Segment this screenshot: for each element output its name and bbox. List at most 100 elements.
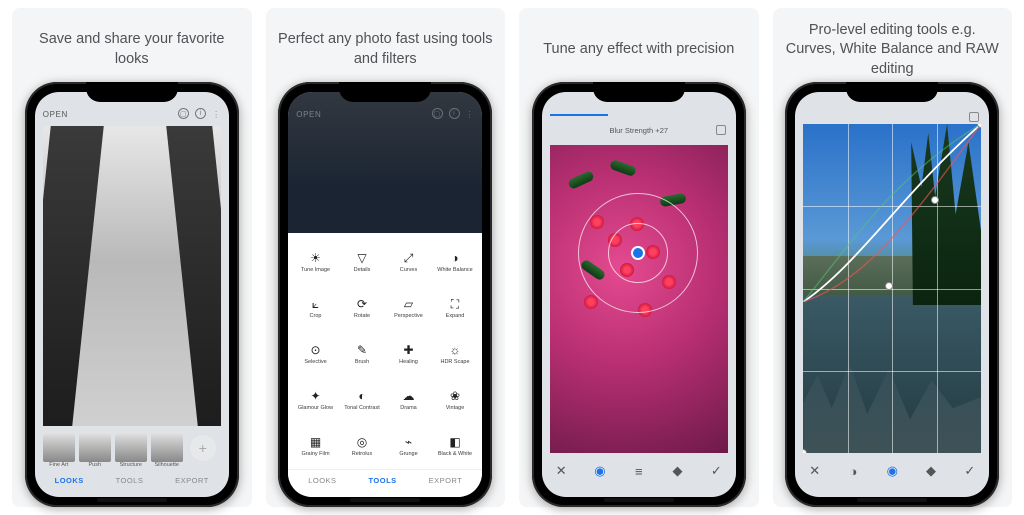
tab-looks[interactable]: LOOKS: [55, 476, 84, 485]
tool-icon: ◎: [355, 435, 369, 449]
promo-panel-1: Save and share your favorite looks OPEN …: [12, 8, 252, 507]
cancel-button[interactable]: ✕: [553, 463, 569, 479]
curve-point[interactable]: [885, 282, 893, 290]
sliders-icon[interactable]: ≡: [631, 463, 647, 479]
tool-label: Grainy Film: [301, 451, 329, 457]
tool-vintage[interactable]: ❀Vintage: [432, 377, 479, 423]
promo-panel-2: Perfect any photo fast using tools and f…: [266, 8, 506, 507]
phone-screen: ✕ ◑ ◉ ◆ ✓: [795, 92, 989, 497]
dimmed-canvas: OPEN ▢ i ⋮: [288, 92, 482, 233]
tool-healing[interactable]: ✚ Healing: [385, 331, 432, 377]
look-thumb[interactable]: Structure: [115, 434, 147, 468]
promo-panel-3: Tune any effect with precision Blur Stre…: [519, 8, 759, 507]
tool-icon: ⊙: [309, 343, 323, 357]
slider-track[interactable]: [550, 114, 608, 116]
tool-icon: ✚: [402, 343, 416, 357]
tool-rotate[interactable]: ⟳Rotate: [339, 285, 386, 331]
look-thumb[interactable]: Fine Art: [43, 434, 75, 468]
tool-label: Tune Image: [301, 267, 330, 273]
shape-icon[interactable]: ◆: [670, 463, 686, 479]
curves-line[interactable]: [803, 124, 981, 302]
layers-icon[interactable]: ▢: [178, 108, 189, 119]
tab-export[interactable]: EXPORT: [175, 476, 209, 485]
add-look-button[interactable]: +: [187, 434, 219, 461]
phone-screen: Blur Strength +27 ✕: [542, 92, 736, 497]
phone-frame: OPEN ▢ i ⋮ ☀Tune Image▽Details ⤢ Curves ◑Wh…: [278, 82, 492, 507]
phone-screen: OPEN ▢ i ⋮ Fine Art Push Structure Silho…: [35, 92, 229, 497]
look-thumb[interactable]: Silhouette: [151, 434, 183, 468]
tool-selective[interactable]: ⊙Selective: [292, 331, 339, 377]
tool-tonal-contrast[interactable]: ◐Tonal Contrast: [339, 377, 386, 423]
tool-icon: ⌁: [402, 435, 416, 449]
look-thumb[interactable]: Push: [79, 434, 111, 468]
panel-caption: Perfect any photo fast using tools and f…: [272, 16, 500, 80]
open-button[interactable]: OPEN: [296, 110, 321, 119]
tool-label: Healing: [399, 359, 418, 365]
panel-caption: Pro-level editing tools e.g. Curves, Whi…: [779, 16, 1007, 80]
apply-button[interactable]: ✓: [962, 463, 978, 479]
focus-handle[interactable]: [633, 248, 643, 258]
bottom-tabs: LOOKS TOOLS EXPORT: [288, 469, 482, 497]
tool-label: Vintage: [446, 405, 465, 411]
tool-brush[interactable]: ✎Brush: [339, 331, 386, 377]
overflow-icon[interactable]: ⋮: [466, 110, 475, 119]
tool-black-white[interactable]: ◧Black & White: [432, 423, 479, 469]
panel-caption: Save and share your favorite looks: [18, 16, 246, 80]
adjust-icon[interactable]: ◉: [592, 463, 608, 479]
tab-tools[interactable]: TOOLS: [368, 476, 396, 485]
tool-label: White Balance: [437, 267, 472, 273]
canvas-image[interactable]: [803, 124, 981, 453]
tool-label: Perspective: [394, 313, 423, 319]
canvas-image[interactable]: [43, 126, 221, 426]
tool-label: Retrolux: [352, 451, 372, 457]
tab-export[interactable]: EXPORT: [429, 476, 463, 485]
tab-looks[interactable]: LOOKS: [308, 476, 336, 485]
tool-icon: ◧: [448, 435, 462, 449]
tool-icon: ⛶: [448, 297, 462, 311]
edit-toolbar: ✕ ◉ ≡ ◆ ✓: [542, 457, 736, 497]
tool-label: Expand: [446, 313, 465, 319]
tool-icon: ⤢: [402, 251, 416, 265]
tool-icon: ☼: [448, 343, 462, 357]
edit-toolbar: ✕ ◑ ◉ ◆ ✓: [795, 457, 989, 497]
tool-white-balance[interactable]: ◑White Balance: [432, 239, 479, 285]
info-icon[interactable]: i: [449, 108, 460, 119]
open-button[interactable]: OPEN: [43, 110, 68, 119]
tool-crop[interactable]: ⟀Crop: [292, 285, 339, 331]
compare-icon[interactable]: [716, 125, 726, 135]
tool-curves[interactable]: ⤢ Curves: [385, 239, 432, 285]
apply-button[interactable]: ✓: [708, 463, 724, 479]
tool-grainy-film[interactable]: ▦ Grainy Film: [292, 423, 339, 469]
tool-glamour-glow[interactable]: ✦Glamour Glow: [292, 377, 339, 423]
tool-label: Tonal Contrast: [344, 405, 379, 411]
tool-label: Grunge: [399, 451, 417, 457]
tool-drama[interactable]: ☁Drama: [385, 377, 432, 423]
tool-icon: ▦: [309, 435, 323, 449]
phone-frame: OPEN ▢ i ⋮ Fine Art Push Structure Silho…: [25, 82, 239, 507]
tool-expand[interactable]: ⛶ Expand: [432, 285, 479, 331]
tool-hdr-scape[interactable]: ☼HDR Scape: [432, 331, 479, 377]
phone-frame: Blur Strength +27 ✕: [532, 82, 746, 507]
channel-luminance-icon[interactable]: ◑: [845, 463, 861, 479]
tool-grunge[interactable]: ⌁ Grunge: [385, 423, 432, 469]
tool-details[interactable]: ▽Details: [339, 239, 386, 285]
info-icon[interactable]: i: [195, 108, 206, 119]
tool-label: Curves: [400, 267, 417, 273]
tool-icon: ✦: [309, 389, 323, 403]
tool-label: Rotate: [354, 313, 370, 319]
overflow-icon[interactable]: ⋮: [212, 110, 221, 119]
tab-tools[interactable]: TOOLS: [116, 476, 144, 485]
canvas-image[interactable]: [550, 145, 728, 453]
cancel-button[interactable]: ✕: [807, 463, 823, 479]
tool-retrolux[interactable]: ◎ Retrolux: [339, 423, 386, 469]
tool-perspective[interactable]: ▱Perspective: [385, 285, 432, 331]
promo-panel-4: Pro-level editing tools e.g. Curves, Whi…: [773, 8, 1013, 507]
compare-icon[interactable]: [969, 112, 979, 122]
tool-icon: ✎: [355, 343, 369, 357]
tool-label: Drama: [400, 405, 417, 411]
tool-tune-image[interactable]: ☀Tune Image: [292, 239, 339, 285]
presets-icon[interactable]: ◆: [923, 463, 939, 479]
layers-icon[interactable]: ▢: [432, 108, 443, 119]
channel-selected-icon[interactable]: ◉: [884, 463, 900, 479]
tool-sheet: ☀Tune Image▽Details ⤢ Curves ◑White Balance…: [288, 233, 482, 497]
